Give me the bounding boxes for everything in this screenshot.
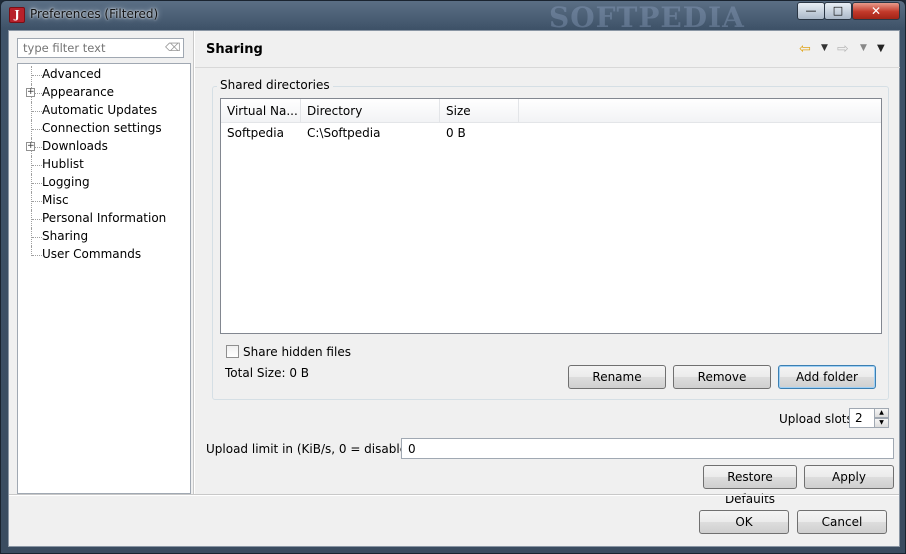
close-button[interactable]: ✕ bbox=[852, 2, 900, 20]
window-title: Preferences (Filtered) bbox=[30, 7, 159, 21]
tree-connector-line bbox=[32, 75, 42, 76]
arrow-right-icon: ⇨ bbox=[837, 41, 849, 57]
expand-plus-icon[interactable]: + bbox=[26, 88, 35, 97]
preferences-window: J Preferences (Filtered) SOFTPEDIA — □ ✕… bbox=[0, 0, 906, 554]
tree-item-appearance[interactable]: + Appearance bbox=[18, 84, 190, 102]
cell-size: 0 B bbox=[446, 126, 466, 140]
preference-tree[interactable]: Advanced + Appearance Automatic Updates Conn… bbox=[17, 63, 191, 494]
apply-button[interactable]: Apply bbox=[804, 465, 894, 489]
upload-slots-label: Upload slots bbox=[779, 412, 853, 426]
title-bar[interactable]: J Preferences (Filtered) SOFTPEDIA — □ ✕ bbox=[1, 1, 905, 34]
tree-item-sharing[interactable]: Sharing bbox=[18, 228, 190, 246]
tree-item-hublist[interactable]: Hublist bbox=[18, 156, 190, 174]
panel-divider[interactable] bbox=[193, 31, 195, 494]
tree-item-label: Appearance bbox=[42, 85, 115, 99]
ok-button[interactable]: OK bbox=[699, 510, 789, 534]
minimize-button[interactable]: — bbox=[797, 2, 825, 20]
tree-item-label: Misc bbox=[42, 193, 69, 207]
tree-item-label: Sharing bbox=[42, 229, 89, 243]
column-header-filler bbox=[519, 99, 881, 123]
tree-connector-line bbox=[32, 183, 42, 184]
tree-item-advanced[interactable]: Advanced bbox=[18, 66, 190, 84]
tree-item-label: Logging bbox=[42, 175, 90, 189]
column-header-virtual-name[interactable]: Virtual Na... bbox=[221, 99, 301, 123]
tree-item-downloads[interactable]: + Downloads bbox=[18, 138, 190, 156]
tree-item-personal-information[interactable]: Personal Information bbox=[18, 210, 190, 228]
upload-limit-label: Upload limit in (KiB/s, 0 = disabled) bbox=[206, 442, 420, 456]
tree-connector-line bbox=[32, 201, 42, 202]
tree-item-label: User Commands bbox=[42, 247, 142, 261]
clear-filter-icon[interactable]: ⌫ bbox=[165, 41, 181, 55]
tree-item-label: Connection settings bbox=[42, 121, 162, 135]
back-history-chevron-down-icon[interactable]: ▼ bbox=[821, 43, 828, 53]
remove-button[interactable]: Remove bbox=[673, 365, 771, 389]
tree-connector-line bbox=[32, 237, 42, 238]
maximize-button[interactable]: □ bbox=[824, 2, 852, 20]
expand-plus-icon[interactable]: + bbox=[26, 142, 35, 151]
cell-directory: C:\Softpedia bbox=[307, 126, 381, 140]
cell-virtual-name: Softpedia bbox=[227, 126, 284, 140]
upload-limit-input[interactable] bbox=[401, 438, 894, 459]
add-folder-button[interactable]: Add folder bbox=[778, 365, 876, 389]
column-header-size[interactable]: Size bbox=[440, 99, 519, 123]
table-row[interactable]: Softpedia C:\Softpedia 0 B bbox=[221, 123, 881, 143]
tree-connector-line bbox=[32, 129, 42, 130]
share-hidden-checkbox[interactable] bbox=[226, 345, 239, 358]
tree-connector-line bbox=[32, 219, 42, 220]
tree-connector-line bbox=[32, 165, 42, 166]
cancel-button[interactable]: Cancel bbox=[797, 510, 887, 534]
footer-separator bbox=[9, 494, 899, 496]
total-size-label: Total Size: 0 B bbox=[225, 366, 310, 380]
tree-connector-line bbox=[32, 255, 42, 256]
tree-item-automatic-updates[interactable]: Automatic Updates bbox=[18, 102, 190, 120]
page-title: Sharing bbox=[206, 42, 263, 57]
shared-directories-table[interactable]: Virtual Na... Directory Size Softpedia C… bbox=[220, 98, 882, 334]
column-header-directory[interactable]: Directory bbox=[301, 99, 440, 123]
rename-button[interactable]: Rename bbox=[568, 365, 666, 389]
tree-item-misc[interactable]: Misc bbox=[18, 192, 190, 210]
tree-item-connection-settings[interactable]: Connection settings bbox=[18, 120, 190, 138]
tree-item-logging[interactable]: Logging bbox=[18, 174, 190, 192]
tree-item-label: Downloads bbox=[42, 139, 108, 153]
spinner-down-icon[interactable]: ▼ bbox=[874, 418, 889, 428]
dialog-client-area: ⌫ Advanced + Appearance Automatic Updates Co… bbox=[8, 30, 900, 547]
share-hidden-label[interactable]: Share hidden files bbox=[243, 345, 351, 359]
forward-history-chevron-down-icon: ▼ bbox=[860, 43, 867, 53]
tree-item-label: Hublist bbox=[42, 157, 84, 171]
tree-item-label: Personal Information bbox=[42, 211, 167, 225]
tree-item-user-commands[interactable]: User Commands bbox=[18, 246, 190, 264]
arrow-left-icon[interactable]: ⇦ bbox=[799, 41, 811, 57]
restore-defaults-button[interactable]: Restore Defaults bbox=[703, 465, 797, 506]
tree-item-label: Advanced bbox=[42, 67, 102, 81]
upload-slots-spinner[interactable]: 2 bbox=[849, 408, 875, 428]
shared-directories-title: Shared directories bbox=[217, 78, 333, 92]
tree-item-label: Automatic Updates bbox=[42, 103, 158, 117]
header-separator bbox=[195, 67, 900, 68]
spinner-up-icon[interactable]: ▲ bbox=[874, 408, 889, 418]
view-menu-chevron-down-icon[interactable]: ▼ bbox=[877, 43, 885, 54]
app-icon: J bbox=[9, 7, 25, 23]
tree-connector-line bbox=[32, 111, 42, 112]
filter-input[interactable] bbox=[17, 38, 184, 58]
